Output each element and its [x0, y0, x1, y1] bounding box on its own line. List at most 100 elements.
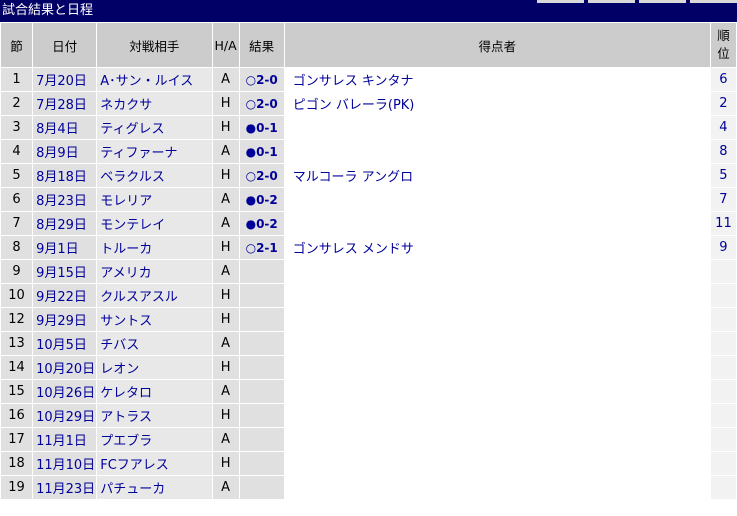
opponent-link[interactable]: モンテレイ	[97, 212, 212, 235]
opponent-link[interactable]: ティグレス	[97, 116, 212, 139]
opponent-link[interactable]: トルーカ	[97, 236, 212, 259]
scorers-cell	[284, 404, 710, 427]
opponent-link[interactable]: FCフアレス	[97, 452, 212, 475]
opponent-link[interactable]: ネカクサ	[97, 92, 212, 115]
date-link[interactable]: 9月29日	[33, 308, 97, 331]
round-cell: 5	[1, 164, 33, 187]
opponent-link[interactable]: サントス	[97, 308, 212, 331]
date-link[interactable]: 10月5日	[33, 332, 97, 355]
home-away-cell: A	[212, 476, 239, 499]
rank-cell: 7	[710, 188, 736, 211]
date-link[interactable]: 11月1日	[33, 428, 97, 451]
home-away-cell: A	[212, 260, 239, 283]
title-bar-button[interactable]	[639, 0, 686, 3]
rank-cell	[710, 428, 736, 451]
date-link[interactable]: 10月20日	[33, 356, 97, 379]
scorers-cell: ゴンサレス メンドサ	[284, 236, 710, 259]
opponent-link[interactable]: プエブラ	[97, 428, 212, 451]
date-link[interactable]: 9月22日	[33, 284, 97, 307]
scorers-cell	[284, 356, 710, 379]
date-link[interactable]: 11月10日	[33, 452, 97, 475]
table-row: 8 9月1日 トルーカ H ○2-1 ゴンサレス メンドサ 9	[1, 236, 736, 259]
rank-cell	[710, 380, 736, 403]
opponent-link[interactable]: アメリカ	[97, 260, 212, 283]
round-cell: 3	[1, 116, 33, 139]
opponent-link[interactable]: パチューカ	[97, 476, 212, 499]
scorers-cell: マルコーラ アングロ	[284, 164, 710, 187]
header-result: 結果	[239, 23, 284, 67]
rank-cell	[710, 404, 736, 427]
title-bar-button[interactable]	[537, 0, 584, 3]
scorers-cell	[284, 428, 710, 451]
result-link	[239, 332, 284, 355]
table-row: 18 11月10日 FCフアレス H	[1, 452, 736, 475]
date-link[interactable]: 8月18日	[33, 164, 97, 187]
date-link[interactable]: 8月4日	[33, 116, 97, 139]
date-link[interactable]: 11月23日	[33, 476, 97, 499]
result-link[interactable]: ●0-2	[239, 212, 284, 235]
schedule-table: 節 日付 対戦相手 H/A 結果 得点者 順位 1 7月20日 A･サン・ルイス A ○…	[0, 22, 737, 500]
scorers-cell	[284, 332, 710, 355]
opponent-link[interactable]: ベラクルス	[97, 164, 212, 187]
title-bar-button[interactable]	[690, 0, 737, 3]
table-row: 9 9月15日 アメリカ A	[1, 260, 736, 283]
round-cell: 10	[1, 284, 33, 307]
date-link[interactable]: 9月1日	[33, 236, 97, 259]
rank-cell	[710, 260, 736, 283]
opponent-link[interactable]: モレリア	[97, 188, 212, 211]
date-link[interactable]: 7月20日	[33, 68, 97, 91]
home-away-cell: H	[212, 116, 239, 139]
round-cell: 9	[1, 260, 33, 283]
date-link[interactable]: 8月9日	[33, 140, 97, 163]
rank-cell: 8	[710, 140, 736, 163]
result-link[interactable]: ○2-0	[239, 164, 284, 187]
opponent-link[interactable]: アトラス	[97, 404, 212, 427]
header-scorers: 得点者	[284, 23, 710, 67]
round-cell: 1	[1, 68, 33, 91]
result-link	[239, 308, 284, 331]
round-cell: 16	[1, 404, 33, 427]
result-link[interactable]: ●0-1	[239, 116, 284, 139]
result-link	[239, 356, 284, 379]
date-link[interactable]: 9月15日	[33, 260, 97, 283]
opponent-link[interactable]: クルスアスル	[97, 284, 212, 307]
round-cell: 8	[1, 236, 33, 259]
rank-cell	[710, 308, 736, 331]
schedule-title-bar: 試合結果と日程	[0, 0, 737, 22]
table-row: 16 10月29日 アトラス H	[1, 404, 736, 427]
round-cell: 6	[1, 188, 33, 211]
home-away-cell: A	[212, 68, 239, 91]
opponent-link[interactable]: ティファーナ	[97, 140, 212, 163]
rank-cell	[710, 356, 736, 379]
home-away-cell: H	[212, 356, 239, 379]
result-link[interactable]: ●0-1	[239, 140, 284, 163]
scorers-cell	[284, 212, 710, 235]
result-link[interactable]: ●0-2	[239, 188, 284, 211]
home-away-cell: H	[212, 308, 239, 331]
home-away-cell: A	[212, 428, 239, 451]
result-link[interactable]: ○2-1	[239, 236, 284, 259]
scorers-cell: ピゴン バレーラ(PK)	[284, 92, 710, 115]
result-link[interactable]: ○2-0	[239, 92, 284, 115]
result-link	[239, 380, 284, 403]
home-away-cell: A	[212, 332, 239, 355]
date-link[interactable]: 10月29日	[33, 404, 97, 427]
date-link[interactable]: 8月29日	[33, 212, 97, 235]
opponent-link[interactable]: チバス	[97, 332, 212, 355]
opponent-link[interactable]: A･サン・ルイス	[97, 68, 212, 91]
rank-cell: 6	[710, 68, 736, 91]
header-date: 日付	[33, 23, 97, 67]
opponent-link[interactable]: レオン	[97, 356, 212, 379]
scorers-cell	[284, 284, 710, 307]
date-link[interactable]: 7月28日	[33, 92, 97, 115]
title-bar-button[interactable]	[588, 0, 635, 3]
date-link[interactable]: 10月26日	[33, 380, 97, 403]
date-link[interactable]: 8月23日	[33, 188, 97, 211]
result-link	[239, 476, 284, 499]
rank-cell: 2	[710, 92, 736, 115]
opponent-link[interactable]: ケレタロ	[97, 380, 212, 403]
scorers-cell	[284, 140, 710, 163]
table-row: 5 8月18日 ベラクルス H ○2-0 マルコーラ アングロ 5	[1, 164, 736, 187]
result-link[interactable]: ○2-0	[239, 68, 284, 91]
table-row: 14 10月20日 レオン H	[1, 356, 736, 379]
